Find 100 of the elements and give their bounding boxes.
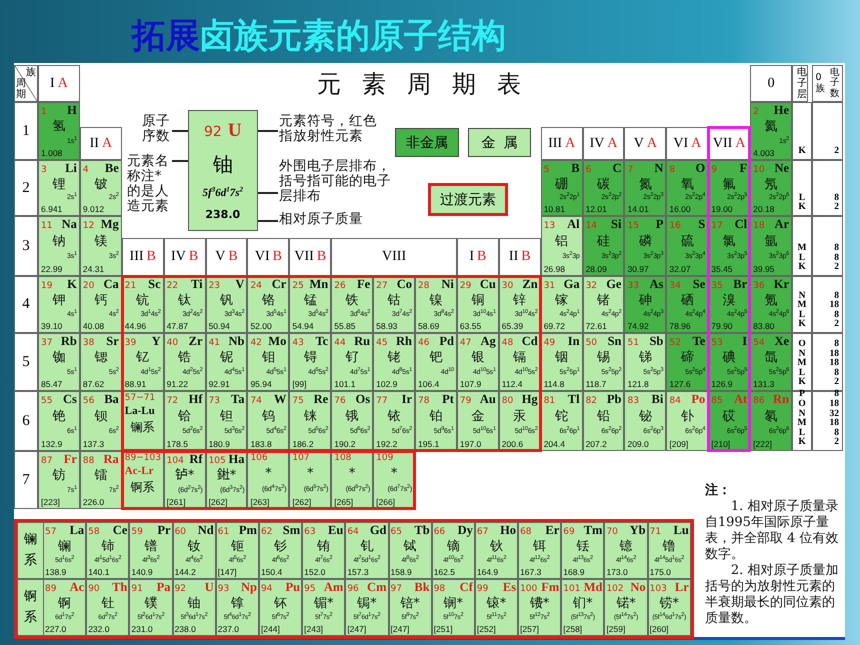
- atomic-mass: 112.4: [502, 378, 524, 389]
- atomic-mass: 131.3: [753, 378, 776, 389]
- atomic-number: 6: [586, 165, 592, 175]
- atomic-mass: 19.00: [711, 204, 734, 214]
- atomic-mass: 95.94: [250, 378, 273, 389]
- shell-label: K: [798, 378, 806, 388]
- element-symbol: Pu: [286, 581, 300, 594]
- element-name: 镉: [512, 350, 528, 366]
- element-symbol: Cs: [62, 393, 77, 406]
- atomic-number: 2: [753, 107, 759, 117]
- element-name: 碳: [596, 176, 612, 192]
- atomic-mass: 175.0: [650, 567, 672, 577]
- atomic-mass: 114.8: [544, 378, 566, 389]
- atomic-mass: 1.008: [41, 148, 64, 158]
- element-symbol: B: [571, 162, 580, 175]
- element-name: 钡: [93, 409, 108, 424]
- element-symbol: W: [274, 393, 286, 406]
- atomic-number: 57−71: [124, 393, 156, 403]
- column-header: 0族: [816, 73, 826, 94]
- atomic-number: 57: [45, 527, 56, 537]
- element-name: *: [264, 466, 273, 482]
- electron-count: 2: [834, 147, 840, 157]
- atomic-mass: 30.97: [627, 264, 650, 274]
- atomic-number: 41: [208, 338, 220, 348]
- atomic-number: 89: [45, 584, 56, 594]
- atomic-mass: 12.01: [586, 204, 608, 214]
- atomic-mass: [209]: [669, 439, 690, 449]
- period-number: 5: [14, 333, 38, 391]
- element-name: *: [348, 466, 356, 482]
- element-symbol: Ar: [774, 218, 790, 231]
- atomic-mass: 85.47: [41, 378, 64, 389]
- element-symbol: Cf: [460, 581, 473, 594]
- element-symbol: Po: [691, 393, 706, 406]
- atomic-number: 10: [753, 165, 765, 175]
- element-symbol: Hg: [522, 393, 538, 406]
- atomic-mass: 102.9: [376, 378, 398, 389]
- atomic-mass: 10.81: [544, 204, 566, 214]
- element-name: 铹*: [658, 596, 680, 611]
- atomic-mass: 26.98: [544, 264, 566, 274]
- element-name: 铊: [554, 409, 570, 424]
- atomic-mass: 173.0: [606, 567, 629, 577]
- element-symbol: Nb: [228, 335, 244, 348]
- element-symbol: Ne: [774, 162, 790, 175]
- leader-line: [258, 192, 278, 194]
- atomic-number: 81: [544, 396, 556, 406]
- element-name: 锰: [302, 293, 318, 308]
- element-name: 锇: [344, 409, 360, 424]
- shell-label: M: [798, 419, 807, 428]
- atomic-number: 9: [711, 165, 717, 175]
- column-header: 电子层: [792, 65, 808, 102]
- electron-config: 5f$^{3}$6d$^{1}$7s$^{2}$: [202, 187, 243, 200]
- note-heading: 注：: [704, 483, 732, 499]
- atomic-number: 79: [460, 396, 472, 406]
- atomic-number: 74: [250, 396, 262, 406]
- atomic-number: 13: [544, 221, 556, 231]
- atomic-mass: 40.08: [82, 321, 106, 331]
- atomic-number: 47: [460, 338, 472, 348]
- atomic-number: 66: [434, 527, 446, 537]
- element-name: 铅: [596, 409, 612, 424]
- element-symbol: Pt: [442, 393, 454, 406]
- element-name: 氡: [764, 409, 779, 424]
- element-symbol: Pb: [606, 393, 622, 406]
- atomic-mass: 168.9: [563, 567, 586, 577]
- electron-count: 18: [830, 359, 840, 368]
- atomic-number: 73: [208, 396, 220, 406]
- atomic-number: 42: [250, 338, 262, 348]
- atomic-number: 54: [753, 338, 765, 348]
- atomic-number: 23: [208, 281, 220, 291]
- electron-count: 2: [834, 203, 840, 213]
- element-name: 钒: [219, 293, 234, 308]
- atomic-number: 15: [627, 221, 639, 231]
- element-name: 镧系: [130, 420, 155, 434]
- atomic-mass: 238.0: [174, 624, 197, 634]
- element-symbol: Rh: [396, 335, 412, 348]
- table-title: 元素周期表: [316, 68, 543, 100]
- group-header: IV B: [164, 238, 206, 276]
- atomic-number: 72: [166, 396, 178, 406]
- atomic-number: 40: [166, 338, 178, 348]
- atomic-number: 98: [434, 584, 446, 594]
- atomic-number: 62: [260, 527, 272, 537]
- atomic-mass: [247]: [347, 624, 368, 634]
- legend-label: 相对原子质量: [278, 212, 364, 227]
- atomic-number: 75: [292, 396, 304, 406]
- atomic-mass: 52.00: [250, 321, 273, 331]
- element-symbol: Tl: [568, 393, 580, 406]
- atomic-mass: 39.95: [753, 264, 776, 274]
- electron-count: 2: [834, 320, 840, 330]
- element-symbol: Pa: [156, 581, 171, 594]
- element-symbol: Fm: [541, 581, 560, 594]
- atomic-number: 87: [41, 456, 52, 466]
- element-name: 钼: [260, 350, 276, 366]
- atomic-mass: [252]: [476, 624, 497, 634]
- atomic-number: 82: [586, 396, 598, 406]
- element-name: 钕: [186, 539, 202, 554]
- element-name: 锕系: [130, 480, 155, 494]
- element-symbol: Tc: [315, 335, 328, 348]
- group-header: VI A: [666, 127, 708, 160]
- atomic-mass: 69.72: [544, 321, 566, 331]
- shell-label: M: [798, 301, 807, 310]
- element-symbol: Rn: [773, 393, 790, 406]
